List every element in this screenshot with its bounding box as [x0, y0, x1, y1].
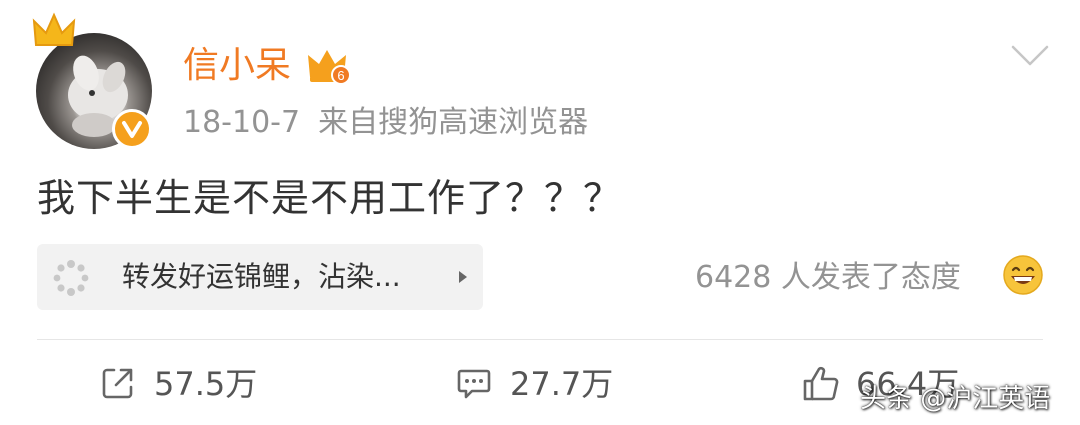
comment-icon — [457, 369, 491, 399]
share-icon — [102, 368, 133, 399]
grinning-face-icon[interactable] — [1002, 254, 1044, 296]
attitude-count[interactable]: 6428 人发表了态度 — [695, 256, 961, 300]
spinner-icon — [53, 260, 89, 296]
repost-button[interactable]: 57.5万 — [100, 362, 360, 406]
post-date: 18-10-7 — [183, 105, 301, 140]
vip-level: 6 — [337, 68, 344, 83]
vip-crown-icon[interactable]: 6 — [306, 47, 350, 85]
post-text: 我下半生是不是不用工作了？？？ — [37, 176, 623, 220]
crown-decoration-icon — [32, 12, 76, 46]
watermark: 头条 @沪江英语 — [860, 384, 1051, 414]
repost-card[interactable]: 转发好运锦鲤，沾染... — [37, 244, 483, 310]
post-meta: 18-10-7 来自搜狗高速浏览器 — [183, 103, 588, 143]
post-source: 来自搜狗高速浏览器 — [318, 105, 589, 140]
username[interactable]: 信小呆 — [183, 42, 291, 90]
thumbs-up-icon — [803, 366, 839, 401]
chevron-down-icon[interactable] — [1010, 44, 1050, 68]
play-arrow-icon — [459, 271, 467, 283]
repost-count: 57.5万 — [154, 365, 258, 403]
avatar[interactable] — [32, 12, 156, 153]
verified-v-icon — [112, 109, 152, 149]
divider — [37, 339, 1043, 340]
comment-count: 27.7万 — [510, 365, 614, 403]
comment-button[interactable]: 27.7万 — [456, 362, 716, 406]
repost-card-label: 转发好运锦鲤，沾染... — [122, 260, 401, 293]
